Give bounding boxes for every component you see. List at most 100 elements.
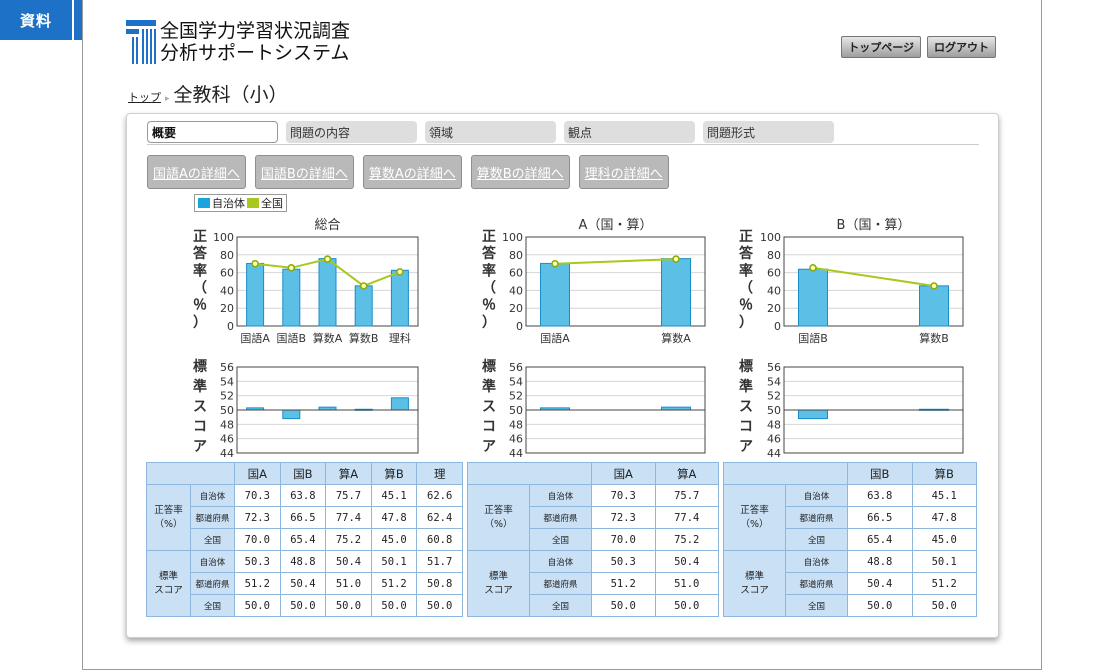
y-tick-label: 52 xyxy=(767,390,781,403)
x-tick-label: 国語A xyxy=(540,331,570,345)
y-tick-label: 48 xyxy=(767,418,781,431)
table-cell: 50.3 xyxy=(591,550,656,573)
table-cell: 48.8 xyxy=(279,550,327,573)
table-cell: 45.1 xyxy=(370,484,418,507)
national-series-point xyxy=(287,264,296,272)
bar xyxy=(246,262,265,327)
table-row-label: 全国 xyxy=(529,594,592,617)
table-cell: 50.0 xyxy=(654,594,719,617)
table-cell: 70.3 xyxy=(591,484,656,507)
bar xyxy=(661,258,691,327)
national-series-point xyxy=(672,255,680,263)
bar xyxy=(318,258,337,327)
table-column-header: 国A xyxy=(591,462,656,485)
y-tick-label: 100 xyxy=(502,231,523,244)
table-group-label: 正答率 （%） xyxy=(467,484,530,551)
table-group-label: 標準 スコア xyxy=(467,550,530,617)
y-tick-label: 44 xyxy=(767,447,781,460)
table-row-label: 都道府県 xyxy=(190,506,235,529)
x-tick-label: 理科 xyxy=(389,331,411,345)
table-row-label: 都道府県 xyxy=(785,572,848,595)
table-row-label: 自治体 xyxy=(190,550,235,573)
bar xyxy=(919,285,949,327)
table-column-header: 国A xyxy=(234,462,281,485)
table-row: 全国 50.0 50.0 50.0 50.0 50.0 xyxy=(147,594,463,617)
table-corner-cell xyxy=(467,462,592,485)
table-column-header: 算B xyxy=(911,462,977,485)
y-tick-label: 50 xyxy=(767,404,781,417)
bar xyxy=(798,409,828,420)
x-tick-label: 国語A xyxy=(240,331,270,345)
y-tick-label: 100 xyxy=(760,231,781,244)
y-tick-label: 60 xyxy=(509,267,523,280)
table-cell: 50.0 xyxy=(416,594,463,617)
bar xyxy=(540,262,570,327)
y-tick-label: 60 xyxy=(767,267,781,280)
table-row-label: 自治体 xyxy=(190,484,235,507)
summary-table-all: 国A 国B 算A 算B 理正答率 （%） 自治体 70.3 63.8 75.7 45.1 62.6 都… xyxy=(146,462,463,617)
bar xyxy=(390,269,409,327)
table-cell: 70.0 xyxy=(591,528,656,551)
table-column-header: 算B xyxy=(370,462,418,485)
summary-table-b: 国B 算B 正答率 （%） 自治体 63.8 45.1 都道府県 66.5 47.8 全国 65.4… xyxy=(723,462,977,617)
table-cell: 51.2 xyxy=(591,572,656,595)
y-tick-label: 54 xyxy=(220,375,234,388)
table-cell: 70.3 xyxy=(234,484,281,507)
y-tick-label: 56 xyxy=(220,361,234,374)
y-tick-label: 80 xyxy=(767,249,781,262)
table-corner-cell xyxy=(146,462,235,485)
table-cell: 65.4 xyxy=(847,528,913,551)
y-tick-label: 20 xyxy=(767,302,781,315)
table-row-label: 全国 xyxy=(785,528,848,551)
table-cell: 60.8 xyxy=(416,528,463,551)
x-tick-label: 算数B xyxy=(349,331,379,345)
national-series-point xyxy=(551,259,559,268)
table-cell: 51.7 xyxy=(416,550,463,573)
y-tick-label: 80 xyxy=(220,249,234,262)
national-series-point xyxy=(809,264,817,272)
table-cell: 50.0 xyxy=(911,594,977,617)
y-tick-label: 40 xyxy=(767,284,781,297)
table-row-label: 自治体 xyxy=(785,550,848,573)
x-tick-label: 算数B xyxy=(919,331,949,345)
table-column-header: 国B xyxy=(279,462,327,485)
table-row-label: 全国 xyxy=(785,594,848,617)
table-cell: 75.2 xyxy=(654,528,719,551)
y-axis-label: 正答率（％） xyxy=(193,229,208,331)
table-row-label: 都道府県 xyxy=(785,506,848,529)
table-cell: 50.1 xyxy=(911,550,977,573)
table-cell: 45.0 xyxy=(370,528,418,551)
y-tick-label: 46 xyxy=(767,433,781,446)
x-tick-label: 算数A xyxy=(313,331,343,345)
y-tick-label: 44 xyxy=(220,447,234,460)
y-tick-label: 48 xyxy=(509,418,523,431)
table-cell: 50.0 xyxy=(325,594,372,617)
table-row-label: 自治体 xyxy=(785,484,848,507)
bar xyxy=(282,409,301,420)
table-cell: 50.4 xyxy=(279,572,327,595)
table-cell: 50.0 xyxy=(234,594,281,617)
y-tick-label: 52 xyxy=(509,390,523,403)
y-tick-label: 48 xyxy=(220,418,234,431)
chart-title: A（国・算） xyxy=(579,218,653,233)
y-tick-label: 54 xyxy=(509,375,523,388)
table-column-header: 理 xyxy=(416,462,463,485)
table-cell: 51.2 xyxy=(234,572,281,595)
table-cell: 75.2 xyxy=(325,528,372,551)
table-cell: 45.1 xyxy=(911,484,977,507)
chart-title: 総合 xyxy=(314,218,340,233)
table-group-label: 正答率 （%） xyxy=(146,484,191,551)
table-group-label: 正答率 （%） xyxy=(723,484,786,551)
summary-table-a: 国A 算A 正答率 （%） 自治体 70.3 75.7 都道府県 72.3 77.4 全国 70.0… xyxy=(467,462,719,617)
national-series-point xyxy=(323,255,332,263)
national-series-point xyxy=(251,259,259,268)
table-row: 全国 70.0 65.4 75.2 45.0 60.8 xyxy=(147,528,463,551)
y-tick-label: 46 xyxy=(220,433,234,446)
y-tick-label: 40 xyxy=(509,284,523,297)
y-tick-label: 44 xyxy=(509,447,523,460)
table-cell: 51.0 xyxy=(654,572,719,595)
table-cell: 51.0 xyxy=(325,572,372,595)
y-axis-label: 正答率（％） xyxy=(482,229,497,331)
table-cell: 77.4 xyxy=(654,506,719,529)
table-cell: 50.0 xyxy=(847,594,913,617)
